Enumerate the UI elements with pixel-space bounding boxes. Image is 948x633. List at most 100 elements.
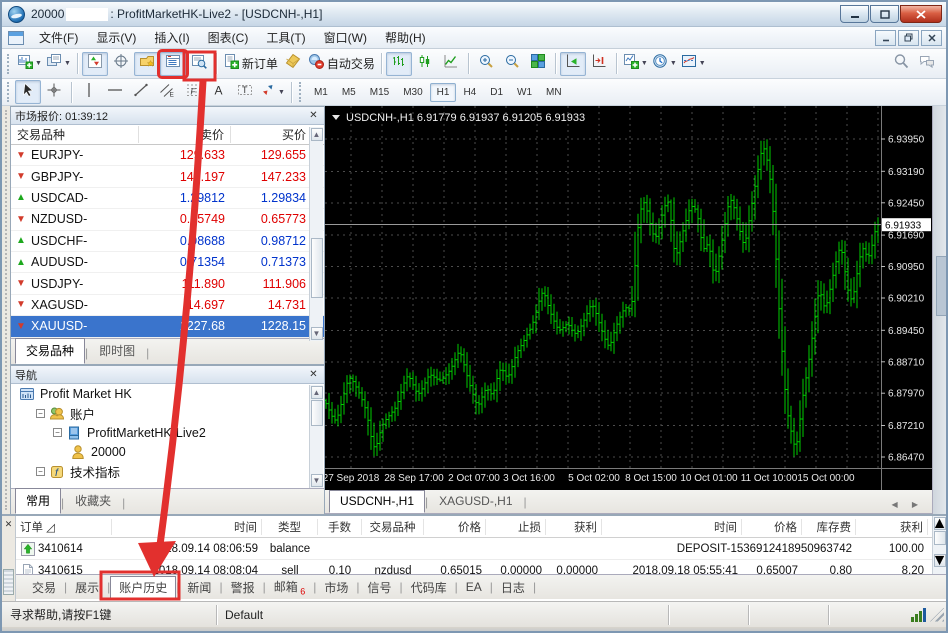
templates-button[interactable]: ▼ <box>679 52 708 76</box>
arrows-button[interactable]: ▼ <box>258 80 287 104</box>
status-profile[interactable]: Default <box>217 605 669 625</box>
terminal-column-5[interactable]: 价格 <box>424 519 486 535</box>
terminal-tab-6[interactable]: 市场 <box>316 577 356 598</box>
market-watch-row-audusd[interactable]: ▲AUDUSD-0.713540.71373 <box>11 252 324 273</box>
market-watch-close-icon[interactable]: ✕ <box>307 110 320 121</box>
column-symbol[interactable]: 交易品种 <box>11 126 139 143</box>
chart-right-scrollbar[interactable] <box>932 106 948 514</box>
child-minimize-button[interactable] <box>875 30 896 46</box>
menu-item-3[interactable]: 图表(C) <box>199 27 258 48</box>
timeframe-m5[interactable]: M5 <box>335 83 363 102</box>
autotrading-button[interactable]: 自动交易 <box>306 52 377 76</box>
navigator-scrollbar[interactable]: ▲ ▼ <box>309 385 323 488</box>
text-label-button[interactable]: T <box>232 80 258 104</box>
child-restore-button[interactable] <box>898 30 919 46</box>
terminal-button[interactable] <box>160 52 186 76</box>
timeframe-w1[interactable]: W1 <box>510 83 539 102</box>
menu-item-6[interactable]: 帮助(H) <box>376 27 435 48</box>
terminal-row-3410614[interactable]: 34106142018.09.14 08:06:59balanceDEPOSIT… <box>16 538 932 560</box>
chart-child-icon[interactable] <box>8 31 24 45</box>
terminal-tab-10[interactable]: 日志 <box>493 577 533 598</box>
channel-button[interactable]: E <box>154 80 180 104</box>
timeframe-mn[interactable]: MN <box>539 83 569 102</box>
candlestick-button[interactable] <box>412 52 438 76</box>
timeframe-m15[interactable]: M15 <box>363 83 396 102</box>
timeframe-h1[interactable]: H1 <box>430 83 457 102</box>
dropdown-arrow-icon[interactable]: ▼ <box>64 60 71 67</box>
periods-button[interactable]: ▼ <box>650 52 679 76</box>
navigator-tab-0[interactable]: 常用 <box>15 488 61 514</box>
dropdown-arrow-icon[interactable]: ▼ <box>35 60 42 67</box>
market-watch-row-usdchf[interactable]: ▲USDCHF-0.986880.98712 <box>11 231 324 252</box>
terminal-column-6[interactable]: 止损 <box>486 519 546 535</box>
tile-windows-button[interactable] <box>525 52 551 76</box>
tree-node-1[interactable]: −账户 <box>11 404 324 424</box>
market-watch-row-eurjpy[interactable]: ▼EURJPY-129.633129.655 <box>11 145 324 166</box>
market-watch-tab-0[interactable]: 交易品种 <box>15 338 85 364</box>
tree-node-0[interactable]: Profit Market HK <box>11 384 324 404</box>
terminal-tab-7[interactable]: 信号 <box>360 577 400 598</box>
market-watch-button[interactable] <box>82 52 108 76</box>
chart-tab-scroll-arrows[interactable]: ◀ ▶ <box>883 496 932 513</box>
dropdown-arrow-icon[interactable]: ▼ <box>699 60 706 67</box>
timeframe-m30[interactable]: M30 <box>396 83 429 102</box>
timeframe-d1[interactable]: D1 <box>483 83 510 102</box>
terminal-tab-1[interactable]: 展示 <box>67 577 107 598</box>
terminal-tab-0[interactable]: 交易 <box>24 577 64 598</box>
market-watch-row-nzdusd[interactable]: ▼NZDUSD-0.657490.65773 <box>11 209 324 230</box>
market-watch-scrollbar[interactable]: ▲ ▼ <box>309 127 323 341</box>
terminal-column-9[interactable]: 价格 <box>742 519 802 535</box>
terminal-column-4[interactable]: 交易品种 <box>362 519 424 535</box>
resize-grip[interactable] <box>930 608 944 622</box>
expand-icon[interactable]: − <box>36 409 45 418</box>
close-button[interactable] <box>900 5 942 23</box>
navigator-button[interactable] <box>134 52 160 76</box>
column-bid[interactable]: 卖价 <box>139 126 231 143</box>
terminal-column-10[interactable]: 库存费 <box>802 519 856 535</box>
terminal-tab-2[interactable]: 账户历史 <box>110 576 176 599</box>
terminal-column-11[interactable]: 获利 <box>856 519 928 535</box>
dropdown-arrow-icon[interactable]: ▼ <box>278 89 285 96</box>
auto-scroll-button[interactable] <box>560 52 586 76</box>
menu-item-1[interactable]: 显示(V) <box>87 27 145 48</box>
terminal-column-3[interactable]: 手数 <box>318 519 362 535</box>
expand-icon[interactable]: − <box>36 467 45 476</box>
search-button[interactable] <box>888 52 914 76</box>
terminal-column-2[interactable]: 类型 <box>262 519 318 535</box>
terminal-row-3410615[interactable]: 34106152018.09.14 08:08:04sell0.10nzdusd… <box>16 560 932 574</box>
terminal-column-8[interactable]: 时间 <box>602 519 742 535</box>
expand-icon[interactable]: − <box>53 428 62 437</box>
terminal-tab-9[interactable]: EA <box>458 578 490 596</box>
profiles-button[interactable]: ▼ <box>44 52 73 76</box>
chart-shift-button[interactable] <box>586 52 612 76</box>
navigator-tab-1[interactable]: 收藏夹 <box>64 488 122 514</box>
tree-node-2[interactable]: −ProfitMarketHK-Live2 <box>11 423 324 443</box>
terminal-grip-icon[interactable] <box>3 569 14 595</box>
bar-chart-button[interactable] <box>386 52 412 76</box>
metaeditor-button[interactable] <box>280 52 306 76</box>
zoom-out-button[interactable] <box>499 52 525 76</box>
minimize-button[interactable] <box>840 5 869 23</box>
market-watch-row-usdcad[interactable]: ▲USDCAD-1.298121.29834 <box>11 188 324 209</box>
navigator-close-icon[interactable]: ✕ <box>307 369 320 380</box>
strategy-tester-button[interactable] <box>186 52 212 76</box>
toolbar-grip[interactable] <box>7 54 12 74</box>
chart-tab-0[interactable]: USDCNH-,H1 <box>329 490 425 513</box>
terminal-column-1[interactable]: 时间 <box>112 519 262 535</box>
menu-item-4[interactable]: 工具(T) <box>257 27 314 48</box>
timeframe-h4[interactable]: H4 <box>456 83 483 102</box>
trendline-button[interactable] <box>128 80 154 104</box>
menu-item-2[interactable]: 插入(I) <box>145 27 198 48</box>
terminal-scrollbar[interactable]: ▲ ▼ <box>932 516 946 574</box>
horizontal-line-button[interactable] <box>102 80 128 104</box>
market-watch-row-xauusd[interactable]: ▼XAUUSD-1227.681228.15 <box>11 316 324 337</box>
child-close-button[interactable] <box>921 30 942 46</box>
tree-node-3[interactable]: 20000 <box>11 443 324 463</box>
market-watch-row-xagusd[interactable]: ▼XAGUSD-14.69714.731 <box>11 295 324 316</box>
terminal-tab-8[interactable]: 代码库 <box>403 577 455 598</box>
toolbar-grip[interactable] <box>7 82 12 102</box>
terminal-tab-4[interactable]: 警报 <box>223 577 263 598</box>
timeframe-m1[interactable]: M1 <box>307 83 335 102</box>
tree-node-4[interactable]: −f技术指标 <box>11 462 324 482</box>
crosshair-button[interactable] <box>41 80 67 104</box>
